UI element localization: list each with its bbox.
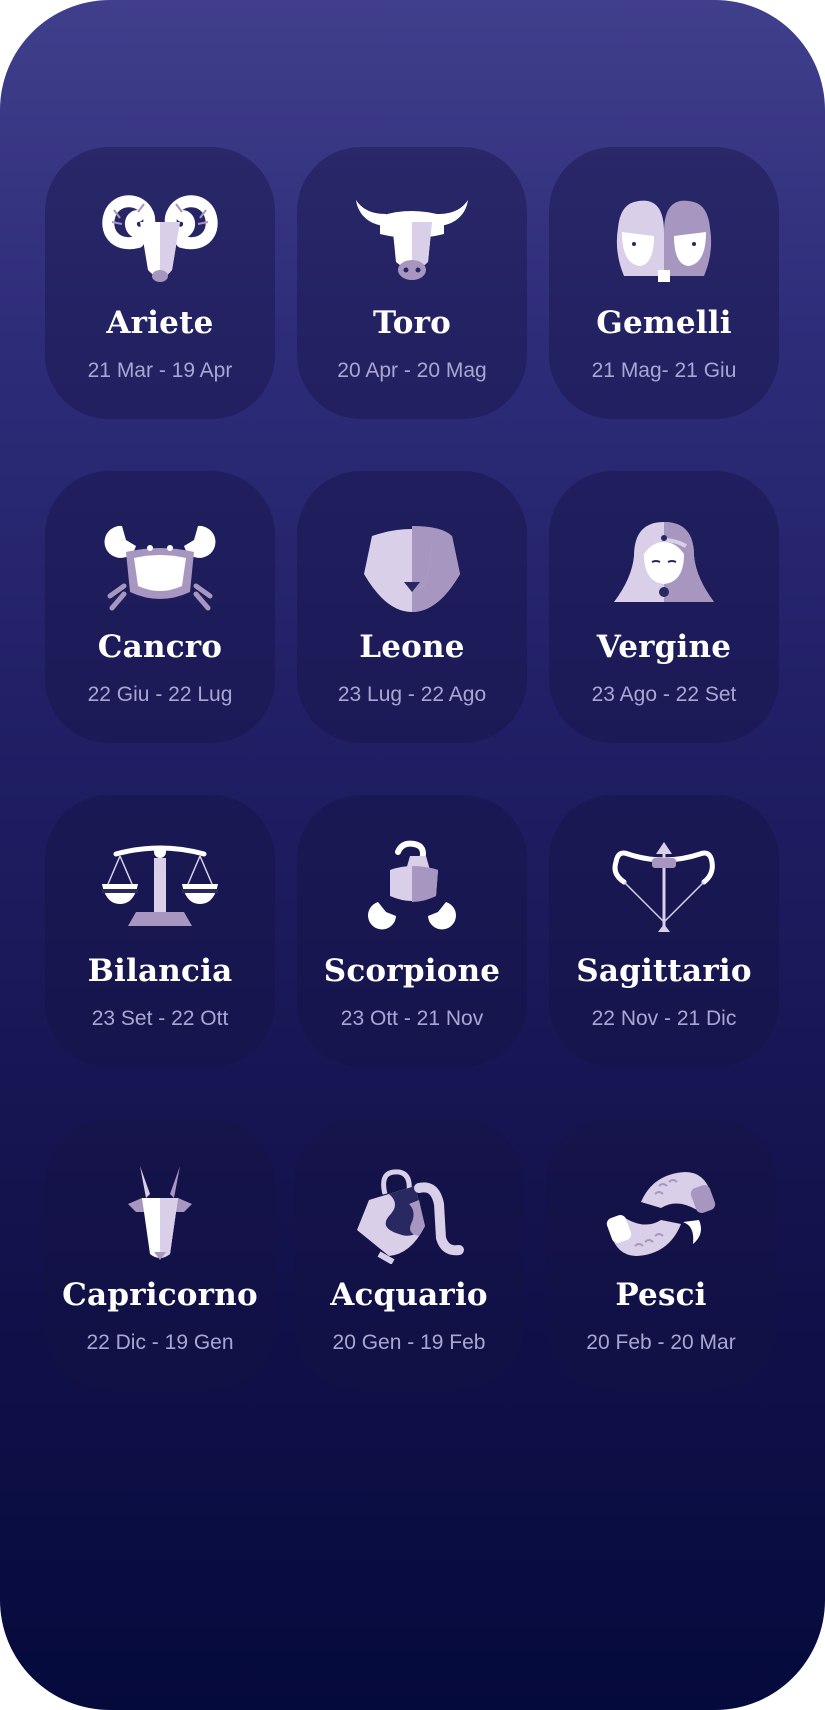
- sign-card-leone[interactable]: Leone 23 Lug - 22 Ago: [297, 471, 527, 743]
- sign-name: Bilancia: [87, 953, 233, 989]
- sign-dates: 22 Dic - 19 Gen: [86, 1331, 234, 1354]
- sign-dates: 22 Nov - 21 Dic: [591, 1007, 737, 1030]
- sign-card-capricorno[interactable]: Capricorno 22 Dic - 19 Gen: [45, 1119, 275, 1391]
- sign-dates: 23 Ago - 22 Set: [591, 683, 737, 706]
- scorpio-icon: [352, 840, 472, 940]
- sign-dates: 20 Feb - 20 Mar: [586, 1331, 736, 1354]
- sign-name: Sagittario: [576, 953, 752, 989]
- gemini-icon: [604, 192, 724, 292]
- pisces-icon: [601, 1164, 721, 1264]
- sign-card-bilancia[interactable]: Bilancia 23 Set - 22 Ott: [45, 795, 275, 1067]
- sign-card-scorpione[interactable]: Scorpione 23 Ott - 21 Nov: [297, 795, 527, 1067]
- sign-name: Cancro: [97, 629, 223, 665]
- sign-card-ariete[interactable]: Ariete 21 Mar - 19 Apr: [45, 147, 275, 419]
- sign-card-pesci[interactable]: Pesci 20 Feb - 20 Mar: [546, 1119, 776, 1391]
- cancer-icon: [100, 516, 220, 616]
- capricorn-icon: [100, 1164, 220, 1264]
- sign-dates: 23 Ott - 21 Nov: [340, 1007, 484, 1030]
- sign-dates: 21 Mag- 21 Giu: [591, 359, 737, 382]
- sign-card-cancro[interactable]: Cancro 22 Giu - 22 Lug: [45, 471, 275, 743]
- sign-dates: 22 Giu - 22 Lug: [87, 683, 233, 706]
- sign-name: Vergine: [596, 629, 732, 665]
- sign-dates: 23 Lug - 22 Ago: [337, 683, 487, 706]
- aquarius-icon: [349, 1164, 469, 1264]
- sign-name: Gemelli: [596, 305, 732, 341]
- sign-name: Leone: [359, 629, 465, 665]
- leo-icon: [352, 516, 472, 616]
- sign-dates: 21 Mar - 19 Apr: [87, 359, 233, 382]
- sign-name: Capricorno: [62, 1277, 258, 1313]
- libra-icon: [100, 840, 220, 940]
- zodiac-grid: Ariete 21 Mar - 19 Apr Toro 20 Apr - 20 …: [0, 0, 825, 1710]
- taurus-icon: [352, 192, 472, 292]
- sign-card-acquario[interactable]: Acquario 20 Gen - 19 Feb: [294, 1119, 524, 1391]
- sign-dates: 20 Apr - 20 Mag: [337, 359, 487, 382]
- sign-card-sagittario[interactable]: Sagittario 22 Nov - 21 Dic: [549, 795, 779, 1067]
- sign-dates: 23 Set - 22 Ott: [91, 1007, 229, 1030]
- sign-card-toro[interactable]: Toro 20 Apr - 20 Mag: [297, 147, 527, 419]
- sign-name: Ariete: [106, 305, 214, 341]
- sign-card-vergine[interactable]: Vergine 23 Ago - 22 Set: [549, 471, 779, 743]
- sign-name: Pesci: [615, 1277, 707, 1313]
- sign-card-gemelli[interactable]: Gemelli 21 Mag- 21 Giu: [549, 147, 779, 419]
- sign-name: Acquario: [330, 1277, 488, 1313]
- sagittarius-icon: [604, 840, 724, 940]
- app-screen: Ariete 21 Mar - 19 Apr Toro 20 Apr - 20 …: [0, 0, 825, 1710]
- virgo-icon: [604, 516, 724, 616]
- sign-name: Scorpione: [323, 953, 501, 989]
- sign-name: Toro: [373, 305, 451, 341]
- aries-icon: [100, 192, 220, 292]
- sign-dates: 20 Gen - 19 Feb: [332, 1331, 486, 1354]
